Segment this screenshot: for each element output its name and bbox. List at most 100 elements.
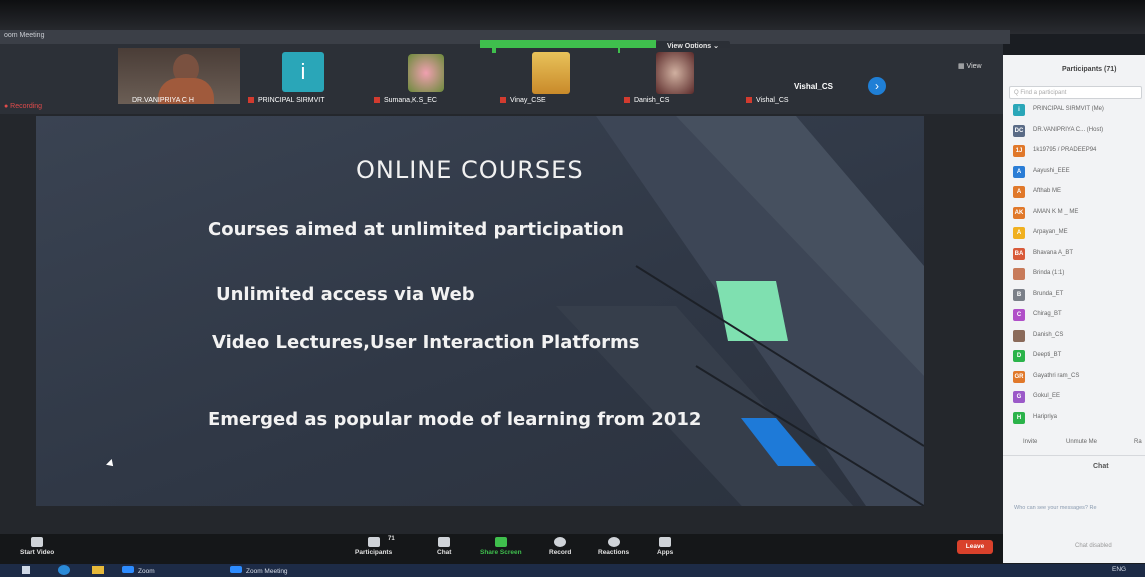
file-explorer-icon[interactable] (92, 566, 104, 574)
participant-avatar: AK (1013, 206, 1025, 219)
participant-row[interactable]: GR Gayathri ram_CS (1013, 370, 1143, 385)
participant-row[interactable]: G Gokul_EE (1013, 391, 1143, 405)
share-screen-button[interactable]: Share Screen (480, 537, 522, 556)
profile-picture (656, 52, 694, 94)
participant-name: Danish_CS (1033, 331, 1064, 338)
rose-picture (408, 54, 444, 92)
video-tile-vishal[interactable]: Vishal_CS Vishal_CS (742, 48, 864, 104)
tile-name: Sumana,K.S_EC (384, 97, 437, 104)
video-camera-icon (31, 537, 44, 547)
language-indicator[interactable]: ENG (1112, 566, 1126, 573)
share-screen-label: Share Screen (480, 549, 522, 556)
video-tile-vinay[interactable]: Vinay_CSE (496, 48, 618, 104)
raise-hand-button[interactable]: Ra (1134, 439, 1142, 445)
chat-info-link[interactable]: Who can see your messages? Re (1014, 505, 1097, 511)
chat-disabled-text: Chat disabled (1075, 543, 1112, 549)
participant-avatar: H (1013, 411, 1025, 424)
apps-button[interactable]: Apps (657, 537, 673, 556)
participant-avatar: D (1013, 350, 1025, 362)
chat-button[interactable]: Chat (437, 537, 451, 556)
taskbar-zoom-meeting[interactable]: Zoom Meeting (230, 566, 288, 575)
tile-name: PRINCIPAL SIRMVIT (258, 97, 325, 104)
taskbar (0, 564, 1145, 577)
participant-name: Afthab ME (1033, 188, 1062, 194)
record-button[interactable]: Record (549, 537, 571, 556)
edge-browser-icon[interactable] (58, 565, 70, 575)
participant-name: AMAN K M _ ME (1033, 208, 1079, 215)
muted-mic-icon (624, 97, 630, 103)
participant-row[interactable]: C Chirag_BT (1013, 309, 1143, 323)
participant-row[interactable]: 1J 1k19795 / PRADEEP94 (1013, 145, 1143, 159)
tile-center-name: Vishal_CS (794, 82, 833, 91)
video-tile-principal[interactable]: i PRINCIPAL SIRMVIT (244, 48, 366, 104)
participant-avatar: DC (1013, 124, 1025, 137)
participants-title: Participants (71) (1062, 66, 1117, 73)
chat-title: Chat (1093, 463, 1109, 470)
participant-row[interactable]: AK AMAN K M _ ME (1013, 206, 1143, 221)
video-tile-danish[interactable]: Danish_CS (620, 48, 742, 104)
muted-mic-icon (746, 97, 752, 103)
participant-row[interactable]: Danish_CS (1013, 329, 1143, 344)
participants-icon (367, 537, 380, 547)
slide-bullet: Emerged as popular mode of learning from… (208, 409, 702, 430)
participant-row[interactable]: Brinda (1:1) (1013, 268, 1143, 282)
participant-avatar: A (1013, 165, 1025, 178)
chat-bubble-icon (438, 537, 451, 547)
share-screen-icon (494, 537, 507, 547)
participant-avatar: 1J (1013, 145, 1025, 157)
participant-row[interactable]: A Aayushi_EEE (1013, 165, 1143, 180)
participants-count: 71 (388, 536, 395, 542)
zoom-meeting-icon (230, 566, 242, 573)
participant-avatar: G (1013, 391, 1025, 403)
divider (1003, 455, 1145, 456)
chat-label: Chat (437, 549, 452, 556)
reactions-button[interactable]: Reactions (598, 537, 629, 556)
participant-name: PRINCIPAL SIRMVIT (Me) (1033, 106, 1104, 112)
participant-avatar (1013, 268, 1025, 280)
participant-row[interactable]: DC DR.VANIPRIYA C... (Host) (1013, 124, 1143, 139)
start-video-button[interactable]: Start Video (20, 537, 54, 556)
participant-row[interactable]: A Afthab ME (1013, 186, 1143, 200)
video-tile-sumana[interactable]: Sumana,K.S_EC (370, 48, 492, 104)
next-page-icon[interactable]: › (868, 77, 886, 95)
participant-name: DR.VANIPRIYA C... (Host) (1033, 126, 1104, 133)
participant-row[interactable]: i PRINCIPAL SIRMVIT (Me) (1013, 104, 1143, 118)
participant-name: Gokul_EE (1033, 393, 1061, 399)
apps-icon (659, 537, 672, 547)
invite-button[interactable]: Invite (1023, 439, 1037, 445)
tile-name: Vinay_CSE (510, 97, 546, 104)
participant-avatar: GR (1013, 370, 1025, 383)
participant-row[interactable]: BA Bhavana A_BT (1013, 247, 1143, 262)
participant-row[interactable]: D Deepti_BT (1013, 350, 1143, 364)
participant-name: Brunda_ET (1033, 290, 1064, 297)
participant-search-input[interactable]: Q Find a participant (1009, 86, 1142, 99)
unmute-me-button[interactable]: Unmute Me (1066, 439, 1097, 445)
reactions-label: Reactions (598, 549, 630, 556)
taskbar-zoom-label: Zoom (138, 568, 155, 575)
slide-bullet: Unlimited access via Web (216, 284, 475, 305)
video-tile-host[interactable]: DR.VANIPRIYA C H (118, 48, 240, 104)
tile-name: Danish_CS (634, 97, 670, 104)
slide-bullet: Courses aimed at unlimited participation (208, 219, 624, 240)
participant-name: Chirag_BT (1033, 311, 1062, 317)
window-title: oom Meeting (4, 32, 45, 39)
muted-mic-icon (500, 97, 506, 103)
apps-label: Apps (657, 549, 674, 556)
participant-row[interactable]: A Arpayan_ME (1013, 227, 1143, 241)
record-icon (554, 537, 567, 547)
taskbar-zoom[interactable]: Zoom (122, 566, 155, 575)
slide-bullet: Video Lectures,User Interaction Platform… (212, 332, 640, 353)
leave-button[interactable]: Leave (957, 540, 993, 554)
participant-name: Aayushi_EEE (1033, 167, 1070, 174)
shared-slide: ONLINE COURSES Courses aimed at unlimite… (36, 116, 924, 506)
zoom-icon (122, 566, 134, 573)
participant-avatar: A (1013, 227, 1025, 239)
participant-row[interactable]: H Haripriya (1013, 411, 1143, 426)
principal-avatar: i (282, 52, 324, 92)
windows-start-icon[interactable] (22, 566, 30, 574)
participants-button[interactable]: Participants (355, 537, 392, 556)
reactions-icon (607, 537, 620, 547)
view-button[interactable]: ▦ View (958, 62, 982, 70)
participant-name: Brinda (1:1) (1033, 270, 1065, 276)
participant-row[interactable]: B Brunda_ET (1013, 288, 1143, 303)
